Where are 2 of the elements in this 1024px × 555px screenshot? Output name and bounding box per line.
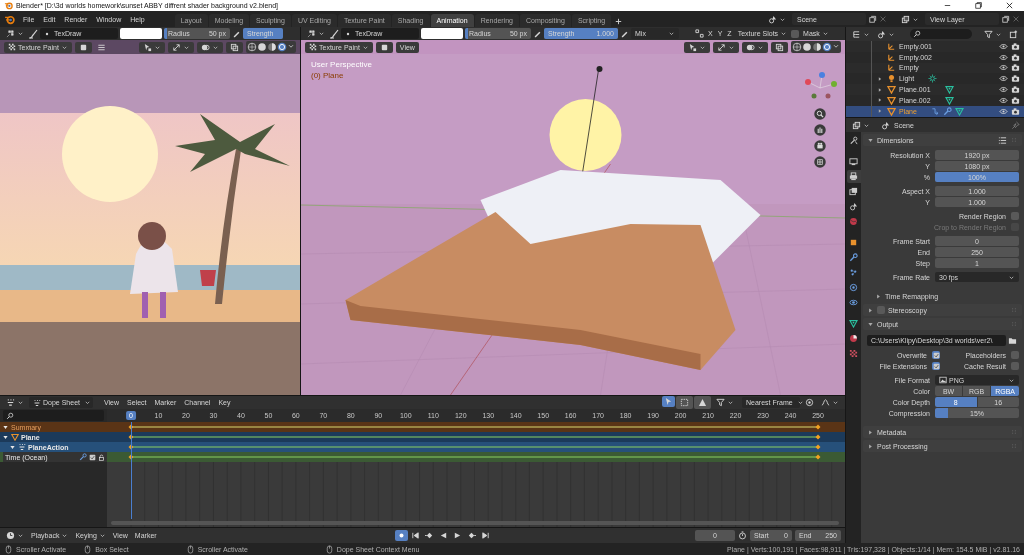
- view-name: User Perspective: [311, 60, 372, 69]
- active-object-label: (0) Plane: [311, 71, 345, 80]
